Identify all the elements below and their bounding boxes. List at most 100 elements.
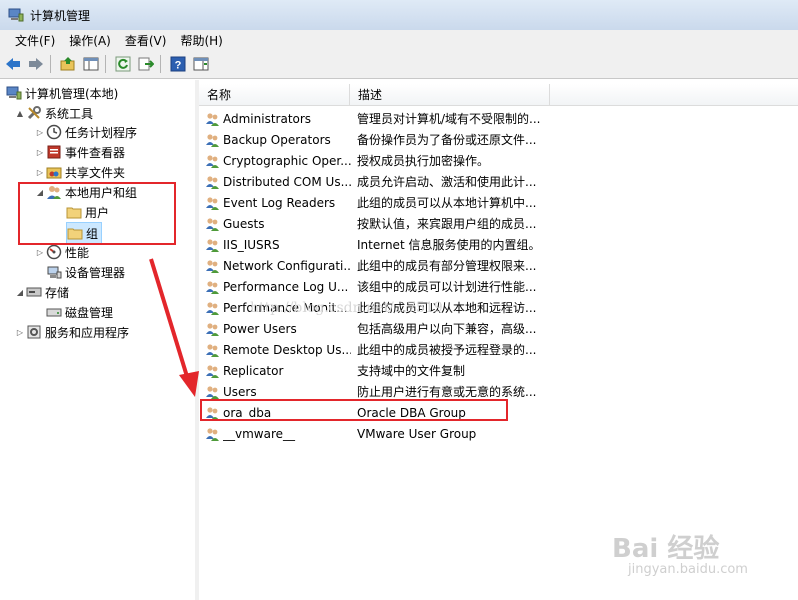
group-icon — [206, 133, 219, 147]
collapse-arrow-icon[interactable]: ▲ — [14, 109, 26, 118]
group-description: 按默认值，来宾跟用户组的成员... — [357, 217, 537, 231]
refresh-icon[interactable] — [113, 54, 133, 74]
help-icon[interactable]: ? — [168, 54, 188, 74]
group-row[interactable]: Cryptographic Oper... 授权成员执行加密操作。 — [199, 150, 798, 171]
group-row[interactable]: Performance Log U... 该组中的成员可以计划进行性能... — [199, 276, 798, 297]
group-description: Internet 信息服务使用的内置组。 — [357, 238, 541, 252]
group-description: 该组中的成员可以计划进行性能... — [357, 280, 537, 294]
back-icon[interactable] — [3, 54, 23, 74]
group-row[interactable]: Remote Desktop Us... 此组中的成员被授予远程登录的... — [199, 339, 798, 360]
expand-arrow-icon[interactable]: ▷ — [34, 168, 46, 177]
shared-folder-icon — [46, 167, 62, 179]
expand-arrow-icon[interactable]: ▷ — [34, 248, 46, 257]
export-list-icon[interactable] — [136, 54, 156, 74]
group-description: 此组中的成员有部分管理权限来... — [357, 259, 537, 273]
tree-item-services-applications[interactable]: ▷ 服务和应用程序 — [14, 322, 129, 342]
services-icon — [27, 325, 41, 339]
group-row[interactable]: Event Log Readers 此组的成员可以从本地计算机中... — [199, 192, 798, 213]
expand-arrow-icon[interactable]: ▷ — [34, 128, 46, 137]
tree-item-storage[interactable]: ◢ 存储 — [14, 282, 69, 302]
group-name: Distributed COM Us... — [223, 174, 351, 189]
group-name: Event Log Readers — [223, 195, 336, 210]
tree-item-device-manager[interactable]: 设备管理器 — [46, 262, 125, 282]
group-name: Remote Desktop Us... — [223, 342, 351, 357]
expand-arrow-icon[interactable]: ▷ — [34, 148, 46, 157]
column-header-label: 名称 — [207, 88, 232, 102]
show-hide-tree-icon[interactable] — [81, 54, 101, 74]
tree-item-computer-management[interactable]: 计算机管理(本地) — [6, 83, 118, 103]
group-icon — [206, 217, 219, 231]
collapse-arrow-icon[interactable]: ◢ — [14, 288, 26, 297]
window-title: 计算机管理 — [30, 8, 91, 23]
group-icon — [206, 385, 219, 399]
tree-item-label: 共享文件夹 — [65, 165, 126, 180]
clock-icon — [46, 124, 62, 140]
group-description: VMware User Group — [357, 426, 477, 441]
watermark-site: jingyan.baidu.com — [628, 562, 748, 577]
toolbar-separator — [105, 55, 106, 73]
group-row[interactable]: __vmware__ VMware User Group — [199, 423, 798, 444]
highlight-box-ora-dba — [200, 399, 508, 421]
tree-item-label: 磁盘管理 — [65, 305, 114, 320]
group-row[interactable]: Network Configurati... 此组中的成员有部分管理权限来... — [199, 255, 798, 276]
group-name: Guests — [223, 216, 265, 231]
column-header-description[interactable]: 描述 — [350, 84, 550, 106]
device-manager-icon — [47, 266, 62, 279]
expand-arrow-icon[interactable]: ▷ — [14, 328, 26, 337]
group-row[interactable]: Replicator 支持域中的文件复制 — [199, 360, 798, 381]
group-icon — [206, 112, 219, 126]
up-folder-icon[interactable] — [58, 54, 78, 74]
tree-item-label: 性能 — [65, 245, 90, 260]
tree-item-performance[interactable]: ▷ 性能 — [34, 242, 89, 262]
watermark-csdn: http://blog.csdn.net/...7519 — [250, 300, 443, 316]
menu-bar: 文件(F) 操作(A) 查看(V) 帮助(H) — [0, 30, 798, 50]
column-header-empty — [550, 84, 798, 106]
group-row[interactable]: Administrators 管理员对计算机/域有不受限制的... — [199, 108, 798, 129]
tree-item-system-tools[interactable]: ▲ 系统工具 — [14, 103, 93, 123]
toolbar-separator — [160, 55, 161, 73]
group-row[interactable]: Guests 按默认值，来宾跟用户组的成员... — [199, 213, 798, 234]
column-header-name[interactable]: 名称 — [199, 84, 350, 106]
group-description: 防止用户进行有意或无意的系统... — [357, 385, 537, 399]
menu-help[interactable]: 帮助(H) — [173, 32, 229, 49]
group-name: Performance Log U... — [223, 279, 349, 294]
event-viewer-icon — [47, 145, 61, 159]
highlight-box-local-users — [18, 182, 176, 245]
group-icon — [206, 259, 219, 273]
group-list: 名称 描述 Administrators 管理员对计算机/域有不受限制的... Ba… — [199, 80, 798, 600]
tree-item-shared-folders[interactable]: ▷ 共享文件夹 — [34, 162, 125, 182]
menu-view[interactable]: 查看(V) — [118, 32, 174, 49]
menu-action[interactable]: 操作(A) — [62, 32, 118, 49]
group-name: Cryptographic Oper... — [223, 153, 351, 168]
group-icon — [206, 238, 219, 252]
group-description: 成员允许启动、激活和使用此计... — [357, 175, 537, 189]
tree-item-event-viewer[interactable]: ▷ 事件查看器 — [34, 142, 125, 162]
group-icon — [206, 196, 219, 210]
group-description: 管理员对计算机/域有不受限制的... — [357, 112, 541, 126]
group-name: IIS_IUSRS — [223, 237, 280, 252]
tree-item-label: 服务和应用程序 — [45, 325, 130, 340]
group-icon — [206, 175, 219, 189]
group-description: 备份操作员为了备份或还原文件... — [357, 133, 537, 147]
group-icon — [206, 154, 219, 168]
group-icon — [206, 364, 219, 378]
tools-icon — [27, 106, 41, 120]
disk-icon — [46, 308, 62, 317]
group-row[interactable]: Distributed COM Us... 成员允许启动、激活和使用此计... — [199, 171, 798, 192]
title-bar: 计算机管理 — [0, 0, 798, 30]
group-name: Administrators — [223, 111, 312, 126]
group-icon — [206, 427, 219, 441]
group-row[interactable]: IIS_IUSRS Internet 信息服务使用的内置组。 — [199, 234, 798, 255]
watermark-baidu-logo: Bai 经验 — [612, 534, 720, 564]
tree-item-disk-management[interactable]: 磁盘管理 — [46, 302, 113, 322]
group-description: 此组中的成员被授予远程登录的... — [357, 343, 537, 357]
group-icon — [206, 280, 219, 294]
group-row[interactable]: Backup Operators 备份操作员为了备份或还原文件... — [199, 129, 798, 150]
tree-item-label: 计算机管理(本地) — [25, 86, 119, 101]
group-row[interactable]: Power Users 包括高级用户以向下兼容，高级... — [199, 318, 798, 339]
action-pane-icon[interactable] — [191, 54, 211, 74]
tree-item-task-scheduler[interactable]: ▷ 任务计划程序 — [34, 122, 137, 142]
forward-icon[interactable] — [26, 54, 46, 74]
tree-item-label: 任务计划程序 — [65, 125, 138, 140]
menu-file[interactable]: 文件(F) — [8, 32, 62, 49]
